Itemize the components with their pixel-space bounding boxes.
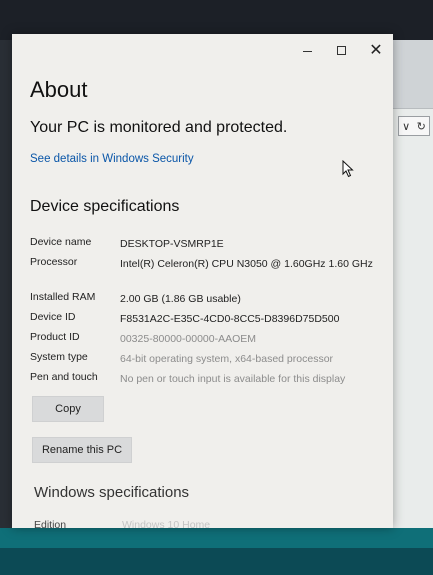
mouse-cursor-icon <box>342 160 354 178</box>
close-icon: ✕ <box>369 42 383 59</box>
spec-value: Intel(R) Celeron(R) CPU N3050 @ 1.60GHz … <box>120 258 373 270</box>
device-specifications-heading: Device specifications <box>30 198 180 215</box>
spec-label: Installed RAM <box>30 291 96 303</box>
spec-label: Product ID <box>30 331 80 343</box>
spec-value: DESKTOP-VSMRP1E <box>120 238 224 250</box>
close-button[interactable]: ✕ <box>359 38 393 62</box>
spec-value: 64-bit operating system, x64-based proce… <box>120 353 334 365</box>
spec-label: Processor <box>30 256 78 268</box>
edition-label: Edition <box>34 519 67 528</box>
spec-label: Device name <box>30 236 92 248</box>
windows-specifications-heading: Windows specifications <box>34 484 190 501</box>
spec-label: System type <box>30 351 88 363</box>
spec-label: Pen and touch <box>30 371 98 383</box>
copy-button[interactable]: Copy <box>32 396 104 422</box>
title-bar[interactable]: ✕ <box>12 34 393 66</box>
desktop-strip <box>0 528 433 548</box>
background-window-content <box>392 108 433 529</box>
background-window-nav[interactable]: ∨ ↻ <box>398 116 430 136</box>
minimize-icon <box>302 50 312 52</box>
refresh-icon[interactable]: ↻ <box>417 120 426 133</box>
maximize-button[interactable] <box>324 38 358 62</box>
settings-window: ✕ About Your PC is monitored and protect… <box>12 34 393 528</box>
windows-security-link[interactable]: See details in Windows Security <box>30 153 194 165</box>
spec-value: 2.00 GB (1.86 GB usable) <box>120 293 241 305</box>
taskbar[interactable] <box>0 548 433 575</box>
rename-pc-button[interactable]: Rename this PC <box>32 437 132 463</box>
spec-value: No pen or touch input is available for t… <box>120 373 346 385</box>
minimize-button[interactable] <box>290 38 324 62</box>
edition-value: Windows 10 Home <box>122 519 211 528</box>
spec-label: Device ID <box>30 311 76 323</box>
protection-status: Your PC is monitored and protected. <box>30 119 288 136</box>
page-title: About <box>30 77 88 102</box>
chevron-down-icon[interactable]: ∨ <box>402 120 410 133</box>
maximize-icon <box>336 45 346 55</box>
spec-value: 00325-80000-00000-AAOEM <box>120 333 257 345</box>
spec-value: F8531A2C-E35C-4CD0-8CC5-D8396D75D500 <box>120 313 340 325</box>
